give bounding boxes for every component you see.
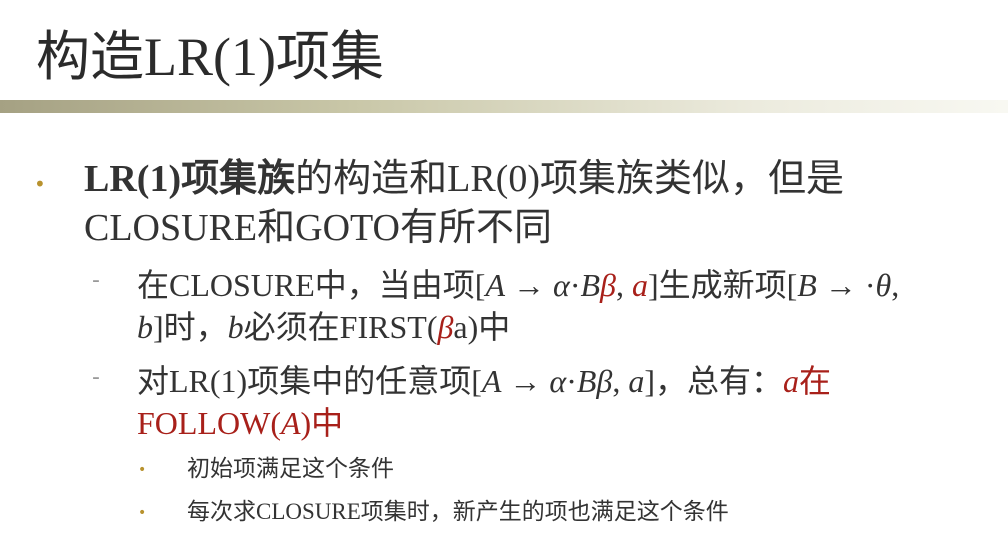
sub2-symbol: α — [549, 363, 567, 399]
sub1-arrow: → — [816, 267, 865, 303]
bullet1-text: 的构造和LR(0)项集族类似，但是 — [295, 158, 844, 200]
sub1-line1: 在CLOSURE中，当由项[A → α·Bβ, a]生成新项[B → ·θ, — [137, 264, 899, 306]
sub2-dot: · — [566, 363, 577, 399]
sub1-symbol: B — [580, 267, 601, 303]
sub2-symbol: B — [576, 363, 597, 399]
sub2-comma: , — [612, 363, 629, 399]
dash-marker: - — [92, 365, 100, 390]
sub1-symbol: b — [137, 309, 153, 345]
sub1-line2: b]时，b必须在FIRST(βa)中 — [137, 306, 510, 348]
sub2-symbol-red: a — [783, 363, 800, 399]
sub1-text: 在CLOSURE中，当由项[ — [137, 267, 486, 303]
sub2-text-red: )中 — [300, 405, 344, 441]
bullet-marker: • — [138, 462, 147, 478]
sub1-text: ]生成新项[ — [647, 267, 798, 303]
sub1-symbol-red: β — [600, 267, 616, 303]
dash-marker: - — [92, 268, 100, 293]
bullet-marker: • — [138, 505, 147, 521]
sub1-symbol: θ — [875, 267, 892, 303]
sub1-arrow: → — [505, 267, 554, 303]
sub2-text-red: 在 — [799, 363, 832, 399]
title-divider — [0, 100, 1008, 113]
bullet1-line1: LR(1)项集族的构造和LR(0)项集族类似，但是 — [84, 156, 844, 202]
sub2-line1: 对LR(1)项集中的任意项[A → α·Bβ, a]，总有：a在 — [137, 360, 831, 402]
sub1-comma: , — [615, 267, 632, 303]
sub1-symbol: b — [227, 309, 244, 345]
sub2-symbol: a — [628, 363, 645, 399]
sub3-item: 初始项满足这个条件 — [187, 456, 394, 481]
sub2-symbol: A — [481, 363, 502, 399]
bullet1-line2: CLOSURE和GOTO有所不同 — [84, 207, 552, 249]
sub2-arrow: → — [501, 363, 550, 399]
sub1-symbol-red: β — [437, 309, 454, 345]
sub1-comma: , — [891, 267, 900, 303]
sub1-text: )中 — [467, 309, 511, 345]
sub3-item: 每次求CLOSURE项集时，新产生的项也满足这个条件 — [187, 499, 729, 524]
sub2-symbol: β — [596, 363, 613, 399]
sub1-dot: · — [864, 267, 876, 303]
sub2-text: 对LR(1)项集中的任意项[ — [137, 363, 482, 399]
sub2-symbol-red: A — [280, 405, 301, 441]
sub1-symbol: α — [553, 267, 570, 303]
sub1-symbol-red: a — [631, 267, 648, 303]
sub2-line2: FOLLOW(A)中 — [137, 402, 343, 444]
sub1-symbol: A — [485, 267, 506, 303]
sub1-text: a — [453, 309, 468, 345]
sub1-dot: · — [569, 267, 581, 303]
sub2-text: ]，总有： — [644, 363, 784, 399]
sub2-text-red: FOLLOW( — [137, 405, 281, 441]
sub1-text: ]时， — [153, 309, 228, 345]
bullet1-bold-term: LR(1)项集族 — [84, 158, 296, 200]
slide-title: 构造LR(1)项集 — [36, 27, 384, 87]
sub1-symbol: B — [797, 267, 817, 303]
sub1-text: 必须在FIRST( — [243, 309, 438, 345]
bullet-marker: • — [34, 172, 46, 196]
